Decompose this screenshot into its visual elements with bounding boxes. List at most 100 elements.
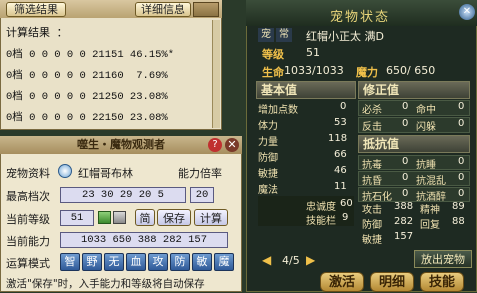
release-pet-button[interactable]: 放出宠物 <box>414 250 472 268</box>
pet-status-title: 宠物状态 <box>329 10 390 25</box>
resist-header: 抵抗值 <box>358 135 470 153</box>
loyalty-label: 忠诚度 <box>306 202 336 213</box>
resist-value: 0 <box>402 188 409 199</box>
agility-value: 157 <box>394 231 414 242</box>
resist-value: 0 <box>402 172 409 183</box>
attack-label: 攻击 <box>362 205 382 216</box>
fix-header: 修正值 <box>358 81 470 99</box>
resist-value: 0 <box>402 156 409 167</box>
detail-info-button[interactable]: 详细信息 <box>135 2 191 17</box>
close-icon[interactable]: ✕ <box>459 4 475 20</box>
resist-label: 抗混乱 <box>416 176 446 187</box>
close-icon[interactable]: ✕ <box>225 138 239 152</box>
level-value: 51 <box>306 46 320 59</box>
mode-button-mag[interactable]: 魔 <box>214 253 234 271</box>
calc-mode-label: 运算模式 <box>6 257 50 270</box>
fix-value: 0 <box>458 118 465 129</box>
fix-label: 反击 <box>362 122 382 133</box>
base-stat-value: 118 <box>328 133 348 144</box>
mode-button-none[interactable]: 无 <box>104 253 124 271</box>
tab-details[interactable]: 明细 <box>370 272 414 292</box>
spirit-value: 89 <box>452 201 465 212</box>
pet-badge: 常 <box>276 28 292 42</box>
panel-corner-ornament <box>193 2 219 17</box>
help-icon[interactable]: ? <box>208 138 222 152</box>
result-label: 计算结果 ： <box>6 28 68 40</box>
base-stat-value: 66 <box>334 149 347 160</box>
mp-label: 魔力 <box>356 66 378 79</box>
fix-value: 0 <box>402 118 409 129</box>
result-row[interactable]: 0档 0 0 0 0 0 21160 7.69% <box>6 67 168 82</box>
skill-label: 技能栏 <box>306 216 336 227</box>
growth-label: 能力倍率 <box>178 167 222 180</box>
mp-value: 650/ 650 <box>386 64 436 77</box>
base-stat-label: 力量 <box>258 137 278 148</box>
defense-value: 282 <box>394 216 414 227</box>
page-indicator: 4/5 <box>282 254 300 267</box>
base-stat-label: 增加点数 <box>258 105 298 116</box>
spirit-label: 精神 <box>420 205 440 216</box>
prev-page-icon[interactable]: ◀ <box>262 253 272 267</box>
hp-value: 1033/1033 <box>284 64 344 77</box>
resist-value: 0 <box>458 188 465 199</box>
defense-label: 防御 <box>362 220 382 231</box>
fix-label: 闪躲 <box>416 122 436 133</box>
result-row[interactable]: 0档 0 0 0 0 0 21250 23.08% <box>6 88 168 103</box>
calc-button[interactable]: 计算 <box>194 209 228 226</box>
pet-badge: 宠 <box>258 28 274 42</box>
cur-ability-label: 当前能力 <box>6 235 50 248</box>
filter-results-button[interactable]: 筛选结果 <box>6 2 66 17</box>
resist-value: 0 <box>458 172 465 183</box>
cur-level-label: 当前等级 <box>6 213 50 226</box>
result-scrollbar[interactable] <box>212 20 220 128</box>
recover-label: 回复 <box>420 220 440 231</box>
base-stat-value: 53 <box>334 117 347 128</box>
result-row[interactable]: 0档 0 0 0 0 0 21151 46.15%* <box>6 46 174 61</box>
resist-label: 抗毒 <box>362 160 382 171</box>
skill-value: 9 <box>342 212 349 223</box>
recover-value: 88 <box>452 216 465 227</box>
tab-activate[interactable]: 激活 <box>320 272 364 292</box>
growth-input[interactable]: 20 <box>190 187 214 203</box>
next-page-icon[interactable]: ▶ <box>306 253 316 267</box>
footer-hint: 激活"保存"时，入手能力和等级将自动保存 <box>6 278 205 290</box>
hp-label: 生命 <box>262 66 284 79</box>
mode-button-hp[interactable]: 血 <box>126 253 146 271</box>
base-stat-label: 敏捷 <box>258 169 278 180</box>
pet-name: 红帽小正太 满D <box>306 30 384 43</box>
level-minus-icon[interactable] <box>113 211 126 224</box>
fix-label: 必杀 <box>362 105 382 116</box>
base-header: 基本值 <box>256 81 356 99</box>
level-plus-icon[interactable] <box>98 211 111 224</box>
loyalty-value: 60 <box>340 198 353 209</box>
max-tier-label: 最高档次 <box>6 190 50 203</box>
pet-name: 红帽哥布林 <box>78 167 133 180</box>
base-stat-value: 0 <box>340 101 347 112</box>
fix-value: 0 <box>402 101 409 112</box>
base-stat-label: 体力 <box>258 121 278 132</box>
resist-label: 抗睡 <box>416 160 436 171</box>
fix-label: 命中 <box>416 105 436 116</box>
resist-value: 0 <box>458 156 465 167</box>
base-stat-label: 防御 <box>258 153 278 164</box>
save-button[interactable]: 保存 <box>157 209 191 226</box>
mode-button-wild[interactable]: 野 <box>82 253 102 271</box>
result-row[interactable]: 0档 0 0 0 0 0 22150 23.08% <box>6 109 168 124</box>
mode-button-int[interactable]: 智 <box>60 253 80 271</box>
base-stat-value: 46 <box>334 165 347 176</box>
max-tier-input[interactable]: 23 30 29 20 5 <box>60 187 186 203</box>
base-stat-value: 11 <box>334 181 347 192</box>
mode-button-def[interactable]: 防 <box>170 253 190 271</box>
level-label: 等级 <box>262 48 284 61</box>
attack-value: 388 <box>394 201 414 212</box>
tab-skills[interactable]: 技能 <box>420 272 464 292</box>
magnifier-icon[interactable] <box>58 164 72 178</box>
simple-button[interactable]: 简 <box>135 209 155 226</box>
cur-ability-input[interactable]: 1033 650 388 282 157 <box>60 232 228 248</box>
resist-label: 抗昏 <box>362 176 382 187</box>
mode-button-atk[interactable]: 攻 <box>148 253 168 271</box>
cur-level-input[interactable]: 51 <box>60 210 94 226</box>
observer-title: 噬生・魔物观测者 <box>0 136 242 154</box>
mode-button-agi[interactable]: 敏 <box>192 253 212 271</box>
agility-label: 敏捷 <box>362 235 382 246</box>
